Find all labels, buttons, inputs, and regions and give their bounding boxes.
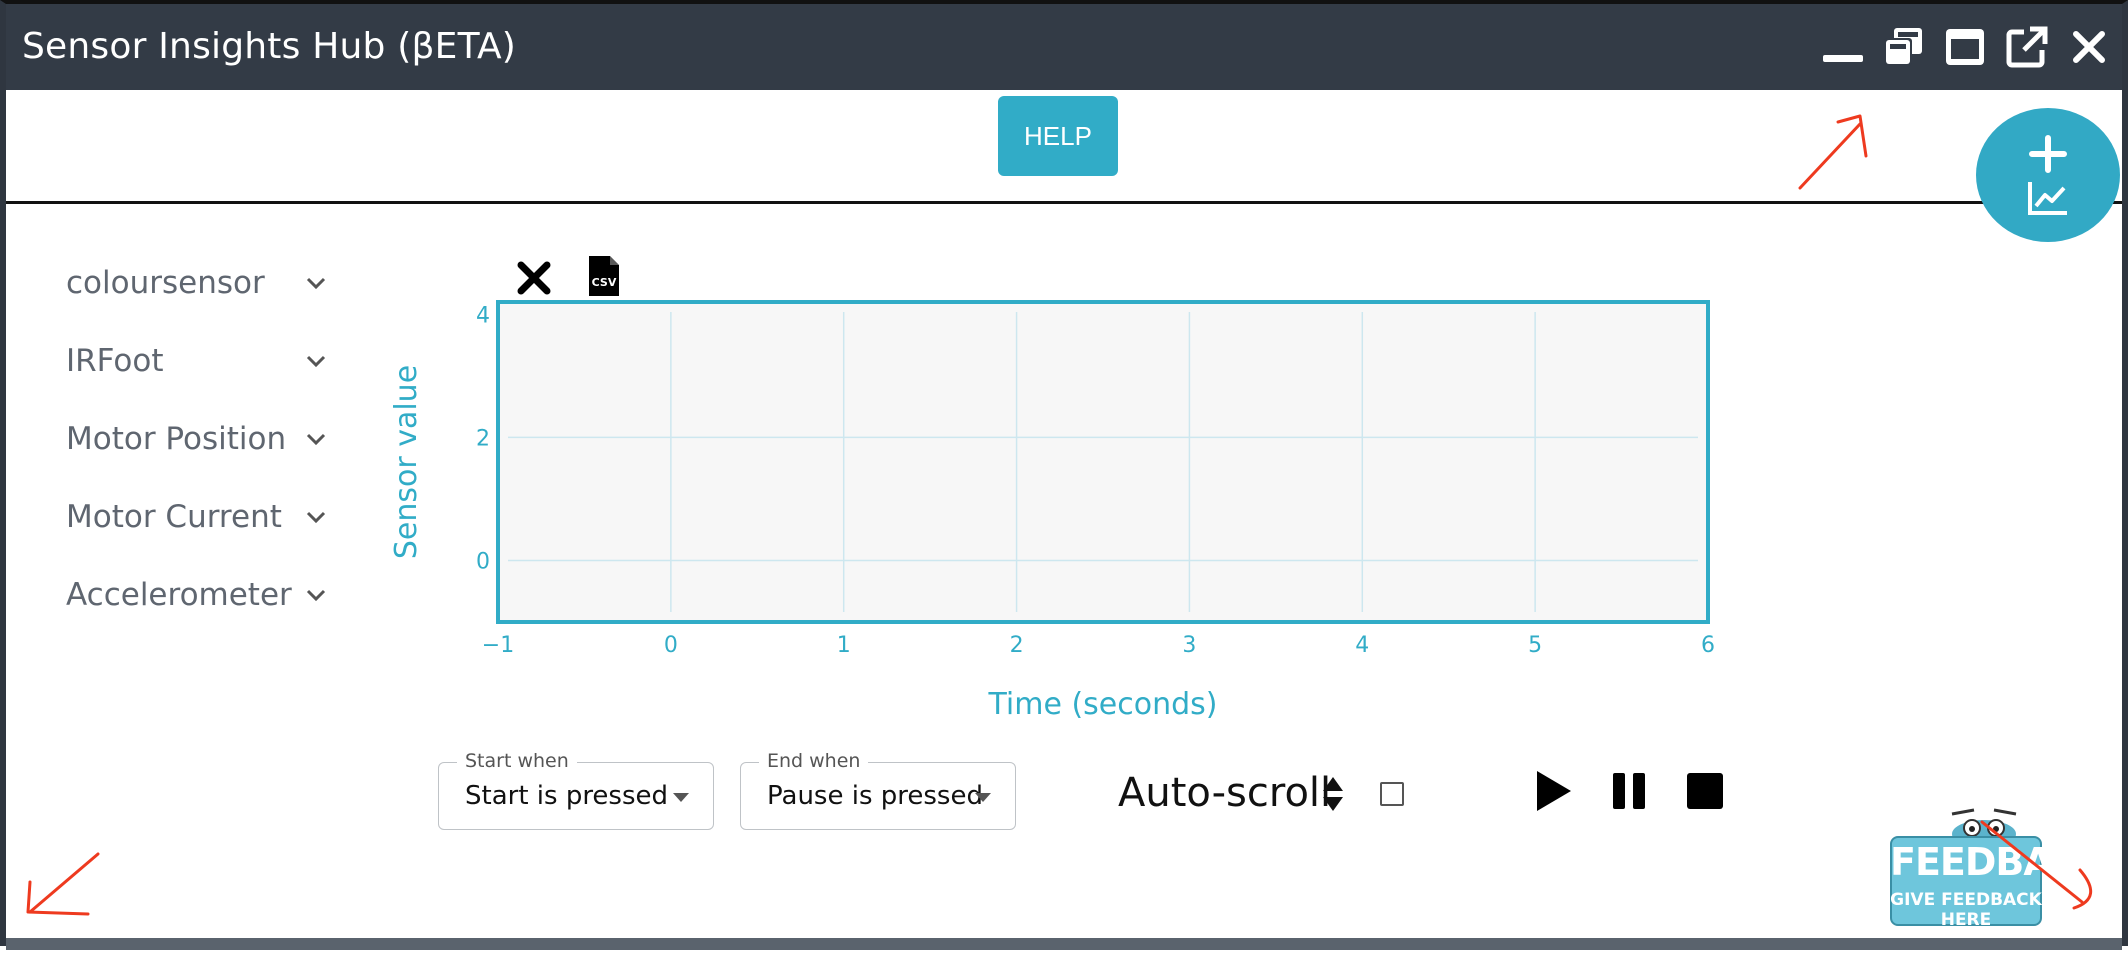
start-when-select[interactable]: Start when Start is pressed (438, 750, 714, 830)
y-axis-label: Sensor value (389, 365, 424, 559)
restore-icon (1884, 28, 1922, 66)
sidebar-item-motor-current[interactable]: Motor Current (66, 478, 326, 556)
chevron-down-icon (306, 511, 326, 524)
sidebar-item-coloursensor[interactable]: coloursensor (66, 244, 326, 322)
feedback-title: FEEDBACK (1890, 840, 2108, 884)
window-title: Sensor Insights Hub (βETA) (22, 26, 517, 67)
close-window-button[interactable] (2064, 24, 2114, 70)
sidebar-item-irfoot[interactable]: IRFoot (66, 322, 326, 400)
restore-button[interactable] (1878, 24, 1928, 70)
sidebar-item-label: IRFoot (66, 343, 164, 379)
sidebar-item-label: Accelerometer (66, 577, 292, 613)
end-when-value: Pause is pressed (767, 781, 983, 811)
y-tick-label: 0 (476, 549, 490, 574)
start-when-value: Start is pressed (465, 781, 669, 811)
chevron-down-icon (306, 355, 326, 368)
y-tick-label: 4 (476, 303, 490, 328)
x-tick-label: 2 (1010, 633, 1024, 658)
x-tick-label: 4 (1355, 633, 1369, 658)
sensor-sidebar: coloursensor IRFoot Motor Position Motor… (66, 244, 326, 634)
sidebar-item-label: coloursensor (66, 265, 265, 301)
pause-button[interactable] (1606, 768, 1652, 814)
app-window: Sensor Insights Hub (βETA) HELP colourse… (0, 0, 2128, 950)
chevron-down-icon (306, 589, 326, 602)
window-bottom-border (6, 938, 2122, 950)
x-tick-label: −1 (482, 633, 514, 658)
play-icon (1537, 771, 1571, 811)
top-toolbar: HELP (6, 90, 2122, 204)
sidebar-item-accelerometer[interactable]: Accelerometer (66, 556, 326, 634)
chevron-down-icon (306, 433, 326, 446)
minimize-icon (1823, 55, 1863, 62)
toolbar-divider (6, 201, 2122, 204)
chart-icon (2028, 182, 2067, 215)
end-when-legend: End when (759, 750, 869, 772)
stop-icon (1687, 773, 1723, 809)
sidebar-item-label: Motor Position (66, 421, 287, 457)
x-axis-label: Time (seconds) (988, 687, 1218, 722)
pause-icon (1613, 773, 1645, 809)
chevron-down-icon (673, 793, 689, 802)
maximize-icon (1946, 29, 1984, 65)
add-chart-button[interactable] (1976, 108, 2120, 242)
plus-icon (2029, 135, 2067, 173)
autoscroll-label: Auto-scroll (1118, 770, 1332, 816)
pop-out-icon (2006, 26, 2048, 68)
sidebar-item-motor-position[interactable]: Motor Position (66, 400, 326, 478)
x-tick-label: 3 (1182, 633, 1196, 658)
plot-area (496, 300, 1710, 624)
chevron-down-icon (975, 793, 991, 802)
y-tick-label: 2 (476, 426, 490, 451)
help-button[interactable]: HELP (998, 96, 1118, 176)
close-icon (2073, 31, 2105, 63)
autoscroll-checkbox[interactable] (1380, 782, 1404, 806)
feedback-subtitle: GIVE FEEDBACK HERE (1890, 890, 2042, 930)
end-when-select[interactable]: End when Pause is pressed (740, 750, 1016, 830)
x-tick-label: 5 (1528, 633, 1542, 658)
start-when-legend: Start when (457, 750, 577, 772)
minimize-button[interactable] (1818, 24, 1868, 70)
chevron-down-icon (306, 277, 326, 290)
feedback-button[interactable]: FEEDBACK GIVE FEEDBACK HERE (1890, 804, 2108, 930)
sidebar-item-label: Motor Current (66, 499, 282, 535)
title-bar[interactable]: Sensor Insights Hub (βETA) (6, 4, 2122, 90)
x-tick-label: 6 (1701, 633, 1715, 658)
sort-icon (1323, 777, 1343, 811)
sensor-chart: −1 0 1 2 3 4 5 6 0 2 4 Time (seconds) Sensor value (389, 300, 1715, 722)
recording-controls: Start when Start is pressed End when Pau… (438, 744, 1758, 844)
pop-out-button[interactable] (2002, 24, 2052, 70)
x-tick-label: 0 (664, 633, 678, 658)
stop-button[interactable] (1682, 768, 1728, 814)
play-button[interactable] (1530, 768, 1576, 814)
maximize-button[interactable] (1940, 24, 1990, 70)
x-tick-label: 1 (837, 633, 851, 658)
